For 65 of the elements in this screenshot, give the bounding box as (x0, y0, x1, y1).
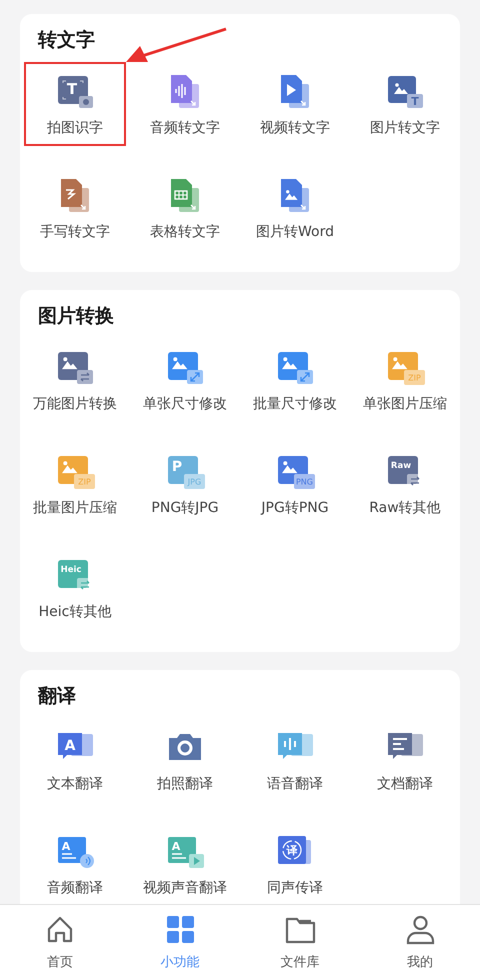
feature-label: 批量尺寸修改 (253, 395, 337, 414)
feature-label: Heic转其他 (38, 603, 112, 622)
feature-item[interactable]: PNG JPG转PNG (244, 442, 346, 526)
feature-item[interactable]: ZIP 批量图片压缩 (24, 442, 126, 526)
icon-text: A (64, 738, 76, 754)
feature-item[interactable]: 视频转文字 (244, 62, 346, 146)
feature-item[interactable]: 批量尺寸修改 (244, 338, 346, 422)
feature-label: 音频翻译 (47, 879, 103, 898)
feature-label: 音频转文字 (150, 119, 220, 138)
highlighted-feature-item[interactable]: T 拍图识字 (24, 62, 126, 146)
nav-tab[interactable]: 首页 (0, 905, 120, 977)
section-title: 图片转换 (38, 304, 114, 328)
feature-item[interactable]: ZIP 单张图片压缩 (354, 338, 456, 422)
feature-label: 文档翻译 (377, 775, 433, 794)
icon-text: ZIP (408, 374, 421, 382)
feature-item[interactable]: 表格转文字 (134, 166, 236, 250)
feature-item[interactable]: A 文本翻译 (24, 718, 126, 802)
feature-item[interactable]: T 图片转文字 (354, 62, 456, 146)
feature-item[interactable]: Raw Raw转其他 (354, 442, 456, 526)
feature-label: 手写转文字 (40, 223, 110, 242)
icon-text: A (172, 840, 180, 853)
feature-item[interactable]: 文档翻译 (354, 718, 456, 802)
feature-label: 视频转文字 (260, 119, 330, 138)
feature-label: 单张图片压缩 (363, 395, 447, 414)
section-title: 转文字 (38, 28, 95, 52)
icon-text: 译 (286, 844, 298, 857)
feature-item[interactable]: 音频转文字 (134, 62, 236, 146)
feature-item[interactable]: 万能图片转换 (24, 338, 126, 422)
feature-item[interactable]: A 音频翻译 (24, 822, 126, 904)
feature-item[interactable]: 拍照翻译 (134, 718, 236, 802)
icon-text: ZIP (78, 478, 91, 486)
feature-label: 拍照翻译 (157, 775, 213, 794)
section-title: 翻译 (38, 684, 76, 708)
feature-label: PNG转JPG (151, 499, 219, 518)
feature-label: 文本翻译 (47, 775, 103, 794)
feature-label: Raw转其他 (369, 499, 441, 518)
icon-text: JPG (188, 478, 202, 486)
feature-item[interactable]: 单张尺寸修改 (134, 338, 236, 422)
feature-label: 同声传译 (267, 879, 323, 898)
feature-item[interactable]: A 视频声音翻译 (134, 822, 236, 904)
nav-tab[interactable]: 文件库 (240, 905, 360, 977)
icon-text: Heic (60, 565, 82, 575)
feature-item[interactable]: 手写转文字 (24, 166, 126, 250)
icon-text: PNG (296, 478, 313, 486)
feature-item[interactable]: 图片转Word (244, 166, 346, 250)
icon-text: T (66, 80, 78, 98)
icon-text: A (62, 840, 70, 853)
feature-label: 表格转文字 (150, 223, 220, 242)
feature-label: 视频声音翻译 (143, 879, 227, 898)
feature-label: 图片转Word (256, 223, 334, 242)
feature-item[interactable]: Heic Heic转其他 (24, 546, 126, 630)
icon-text: T (411, 95, 419, 108)
feature-label: 语音翻译 (267, 775, 323, 794)
feature-label: 拍图识字 (47, 119, 103, 138)
feature-label: 万能图片转换 (33, 395, 117, 414)
nav-tab[interactable]: 我的 (360, 905, 480, 977)
icon-text: Raw (390, 461, 412, 471)
icon-text: P (172, 459, 182, 475)
feature-item[interactable]: P JPG PNG转JPG (134, 442, 236, 526)
feature-label: 图片转文字 (370, 119, 440, 138)
feature-label: 单张尺寸修改 (143, 395, 227, 414)
feature-label: JPG转PNG (261, 499, 329, 518)
feature-label: 批量图片压缩 (33, 499, 117, 518)
feature-item[interactable]: 译 同声传译 (244, 822, 346, 904)
feature-item[interactable]: 语音翻译 (244, 718, 346, 802)
